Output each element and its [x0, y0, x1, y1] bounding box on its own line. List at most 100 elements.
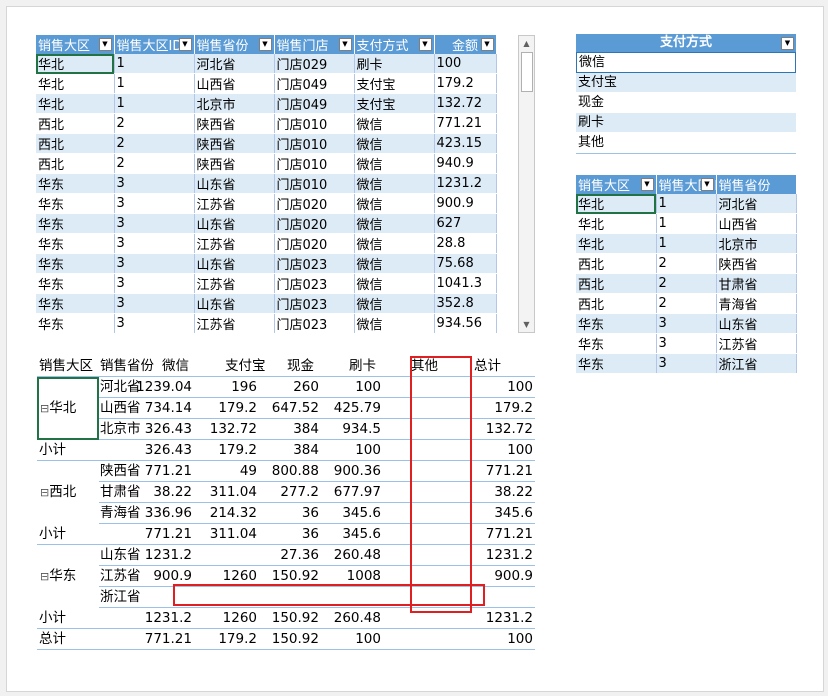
- source-col-header[interactable]: 销售门店 ▼: [274, 35, 355, 54]
- table-cell[interactable]: 门店010: [274, 113, 355, 134]
- table-cell[interactable]: 3: [114, 233, 195, 254]
- filter-dropdown-icon[interactable]: ▼: [700, 178, 714, 191]
- scroll-up-arrow-icon[interactable]: ▲: [519, 36, 534, 51]
- pivot-value-cell[interactable]: 1231.2: [124, 545, 192, 566]
- pivot-col-header[interactable]: 总计: [474, 356, 501, 377]
- pivot-province-label[interactable]: 浙江省: [100, 587, 141, 608]
- pivot-subtotal-cell[interactable]: 1231.2: [465, 608, 533, 629]
- table-cell[interactable]: 1: [656, 213, 717, 234]
- table-cell[interactable]: 微信: [354, 253, 435, 274]
- table-cell[interactable]: 微信: [354, 313, 435, 334]
- table-cell[interactable]: 门店023: [274, 313, 355, 334]
- table-cell[interactable]: 2: [114, 153, 195, 174]
- table-cell[interactable]: 北京市: [716, 233, 797, 254]
- table-cell[interactable]: 山东省: [194, 253, 275, 274]
- table-cell[interactable]: 微信: [354, 233, 435, 254]
- pivot-total-cell[interactable]: 100: [313, 629, 381, 650]
- table-cell[interactable]: 支付宝: [354, 73, 435, 94]
- pivot-value-cell[interactable]: 345.6: [465, 503, 533, 524]
- pivot-value-cell[interactable]: 1231.2: [465, 545, 533, 566]
- table-cell[interactable]: 微信: [354, 293, 435, 314]
- pivot-value-cell[interactable]: 100: [465, 377, 533, 398]
- slicer-item[interactable]: 刷卡: [576, 113, 796, 133]
- table-cell[interactable]: 微信: [354, 173, 435, 194]
- table-cell[interactable]: 微信: [354, 113, 435, 134]
- pivot-total-cell[interactable]: 150.92: [251, 629, 319, 650]
- table-cell[interactable]: 陕西省: [716, 253, 797, 274]
- pivot-total-cell[interactable]: 100: [465, 629, 533, 650]
- table-cell[interactable]: 华东: [36, 173, 115, 194]
- pivot-value-cell[interactable]: 934.5: [313, 419, 381, 440]
- table-cell[interactable]: 江苏省: [194, 313, 275, 334]
- table-cell[interactable]: 青海省: [716, 293, 797, 314]
- pivot-subtotal-cell[interactable]: 150.92: [251, 608, 319, 629]
- pivot-total-cell[interactable]: 771.21: [124, 629, 192, 650]
- table-cell[interactable]: 1: [114, 54, 195, 74]
- table-cell[interactable]: 甘肃省: [716, 273, 797, 294]
- table-cell[interactable]: 华北: [36, 54, 115, 74]
- pivot-region-label[interactable]: ⊟西北: [40, 482, 76, 503]
- pivot-subtotal-cell[interactable]: 771.21: [124, 524, 192, 545]
- source-table-scrollbar[interactable]: ▲ ▼: [518, 35, 535, 333]
- table-cell[interactable]: 132.72: [434, 93, 497, 114]
- table-cell[interactable]: 华东: [36, 253, 115, 274]
- table-cell[interactable]: 2: [114, 113, 195, 134]
- pivot-value-cell[interactable]: 425.79: [313, 398, 381, 419]
- table-cell[interactable]: 2: [114, 133, 195, 154]
- filter-dropdown-icon[interactable]: ▼: [258, 38, 272, 51]
- filter-dropdown-icon[interactable]: ▼: [178, 38, 192, 51]
- pivot-subtotal-cell[interactable]: 179.2: [189, 440, 257, 461]
- table-cell[interactable]: 华东: [36, 293, 115, 314]
- pivot-subtotal-cell[interactable]: 771.21: [465, 524, 533, 545]
- source-col-header[interactable]: 金额 ▼: [434, 35, 497, 54]
- table-cell[interactable]: 771.21: [434, 113, 497, 134]
- table-cell[interactable]: 西北: [576, 273, 657, 294]
- table-cell[interactable]: 423.15: [434, 133, 497, 154]
- source-col-header[interactable]: 销售省份 ▼: [194, 35, 275, 54]
- table-cell[interactable]: 179.2: [434, 73, 497, 94]
- table-cell[interactable]: 1: [114, 73, 195, 94]
- table-cell[interactable]: 微信: [354, 213, 435, 234]
- pivot-subtotal-cell[interactable]: 345.6: [313, 524, 381, 545]
- table-cell[interactable]: 华东: [576, 333, 657, 354]
- pivot-col-header[interactable]: 销售大区: [39, 356, 93, 377]
- table-cell[interactable]: 940.9: [434, 153, 497, 174]
- table-cell[interactable]: 河北省: [716, 194, 797, 214]
- table-cell[interactable]: 华东: [36, 213, 115, 234]
- table-cell[interactable]: 山东省: [194, 213, 275, 234]
- table-cell[interactable]: 627: [434, 213, 497, 234]
- slicer-item[interactable]: 其他: [576, 133, 796, 153]
- table-cell[interactable]: 3: [656, 313, 717, 334]
- table-cell[interactable]: 华东: [576, 313, 657, 334]
- pivot-value-cell[interactable]: 36: [251, 503, 319, 524]
- pivot-region-label[interactable]: ⊟华东: [40, 566, 76, 587]
- scroll-thumb[interactable]: [521, 52, 533, 92]
- pivot-value-cell[interactable]: 771.21: [465, 461, 533, 482]
- table-cell[interactable]: 江苏省: [194, 273, 275, 294]
- pivot-value-cell[interactable]: 100: [313, 377, 381, 398]
- filter-dropdown-icon[interactable]: ▼: [98, 38, 112, 51]
- slicer-dropdown-icon[interactable]: ▼: [781, 37, 794, 50]
- table-cell[interactable]: 门店020: [274, 193, 355, 214]
- table-cell[interactable]: 山东省: [716, 313, 797, 334]
- pivot-subtotal-cell[interactable]: 311.04: [189, 524, 257, 545]
- table-cell[interactable]: 2: [656, 273, 717, 294]
- pivot-subtotal-cell[interactable]: 1260: [189, 608, 257, 629]
- table-cell[interactable]: 山东省: [194, 293, 275, 314]
- table-cell[interactable]: 3: [656, 333, 717, 354]
- table-cell[interactable]: 陕西省: [194, 133, 275, 154]
- table-cell[interactable]: 3: [114, 273, 195, 294]
- table-cell[interactable]: 2: [656, 253, 717, 274]
- slicer-item[interactable]: 支付宝: [576, 73, 796, 93]
- table-cell[interactable]: 门店010: [274, 133, 355, 154]
- table-cell[interactable]: 门店023: [274, 253, 355, 274]
- table-cell[interactable]: 3: [114, 313, 195, 334]
- table-cell[interactable]: 门店010: [274, 153, 355, 174]
- source-col-header[interactable]: 支付方式 ▼: [354, 35, 435, 54]
- table-cell[interactable]: 75.68: [434, 253, 497, 274]
- table-cell[interactable]: 山东省: [194, 173, 275, 194]
- pivot-value-cell[interactable]: 27.36: [251, 545, 319, 566]
- pivot-subtotal-cell[interactable]: 326.43: [124, 440, 192, 461]
- table-cell[interactable]: 3: [114, 213, 195, 234]
- collapse-icon[interactable]: ⊟: [40, 570, 49, 583]
